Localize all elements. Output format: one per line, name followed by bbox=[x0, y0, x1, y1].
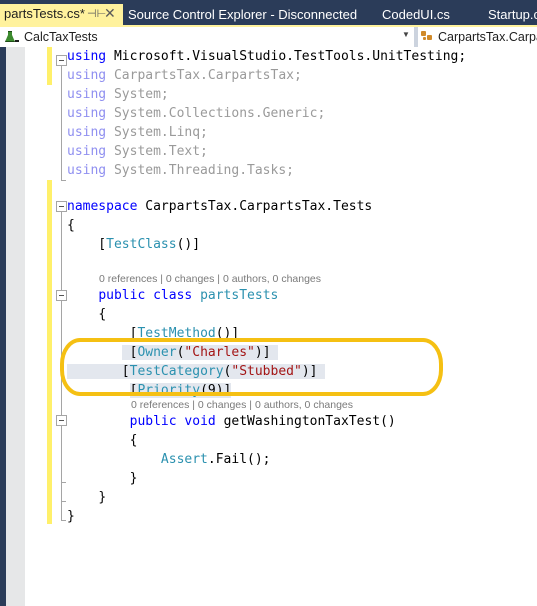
tab-codedui[interactable]: CodedUI.cs bbox=[378, 5, 450, 25]
code-line: Assert.Fail(); bbox=[160, 452, 271, 467]
document-tab-bar: partsTests.cs* ⊣⊢ ✕ Source Control Explo… bbox=[0, 0, 537, 25]
collapse-icon[interactable] bbox=[56, 415, 67, 426]
project-name: CalcTaxTests bbox=[24, 30, 98, 44]
chevron-down-icon[interactable]: ▼ bbox=[402, 30, 410, 39]
code-line: using System.Threading.Tasks; bbox=[67, 163, 294, 178]
code-line: public void getWashingtonTaxTest() bbox=[129, 414, 396, 429]
close-icon[interactable]: ✕ bbox=[104, 3, 116, 23]
code-editor[interactable]: using Microsoft.VisualStudio.TestTools.U… bbox=[0, 47, 537, 606]
code-line: public class partsTests bbox=[98, 288, 279, 303]
project-dropdown[interactable]: CalcTaxTests bbox=[4, 28, 414, 46]
code-line: } bbox=[129, 471, 138, 486]
code-line: { bbox=[67, 218, 75, 233]
test-project-icon bbox=[4, 31, 20, 43]
type-name: CarpartsTax.Carpar bbox=[438, 30, 537, 44]
code-line: namespace CarpartsTax.CarpartsTax.Tests bbox=[67, 199, 373, 214]
code-line: using System.Linq; bbox=[67, 125, 208, 140]
code-line: [TestClass()] bbox=[67, 237, 201, 252]
outline-tick bbox=[61, 180, 66, 181]
annotation-highlight-ring bbox=[60, 338, 443, 396]
collapse-icon[interactable] bbox=[56, 201, 67, 212]
code-line: using System; bbox=[67, 87, 169, 102]
class-icon bbox=[421, 30, 435, 42]
divider bbox=[414, 27, 418, 47]
code-line: { bbox=[129, 433, 138, 448]
code-line: using CarpartsTax.CarpartsTax; bbox=[67, 68, 302, 83]
outline-line bbox=[61, 66, 62, 180]
tab-label: Startup.cs bbox=[488, 7, 537, 22]
tab-label: partsTests.cs* bbox=[4, 6, 85, 21]
code-line: using System.Text; bbox=[67, 144, 208, 159]
navigation-bar: CalcTaxTests ▼ CarpartsTax.Carpar bbox=[0, 25, 537, 47]
code-line: using System.Collections.Generic; bbox=[67, 106, 326, 121]
codelens-class[interactable]: 0 references | 0 changes | 0 authors, 0 … bbox=[99, 273, 321, 285]
outline-tick bbox=[61, 520, 66, 521]
code-line: } bbox=[98, 490, 107, 505]
indicator-margin bbox=[6, 47, 25, 606]
outline-tick bbox=[61, 501, 66, 502]
code-line: } bbox=[67, 509, 75, 524]
collapse-icon[interactable] bbox=[56, 290, 67, 301]
type-dropdown[interactable]: CarpartsTax.Carpar bbox=[421, 28, 537, 46]
code-line: using Microsoft.VisualStudio.TestTools.U… bbox=[67, 49, 467, 64]
code-line: { bbox=[98, 307, 107, 322]
collapse-icon[interactable] bbox=[56, 55, 67, 66]
codelens-method[interactable]: 0 references | 0 changes | 0 authors, 0 … bbox=[131, 399, 353, 411]
change-indicator bbox=[47, 180, 52, 524]
tab-label: CodedUI.cs bbox=[382, 7, 450, 22]
outline-tick bbox=[61, 482, 66, 483]
tab-source-control-explorer[interactable]: Source Control Explorer - Disconnected bbox=[124, 5, 357, 25]
tab-startup[interactable]: Startup.cs bbox=[484, 5, 537, 25]
tab-label: Source Control Explorer - Disconnected bbox=[128, 7, 358, 22]
change-indicator bbox=[47, 47, 52, 85]
tab-partstests[interactable]: partsTests.cs* ⊣⊢ ✕ bbox=[0, 4, 123, 25]
